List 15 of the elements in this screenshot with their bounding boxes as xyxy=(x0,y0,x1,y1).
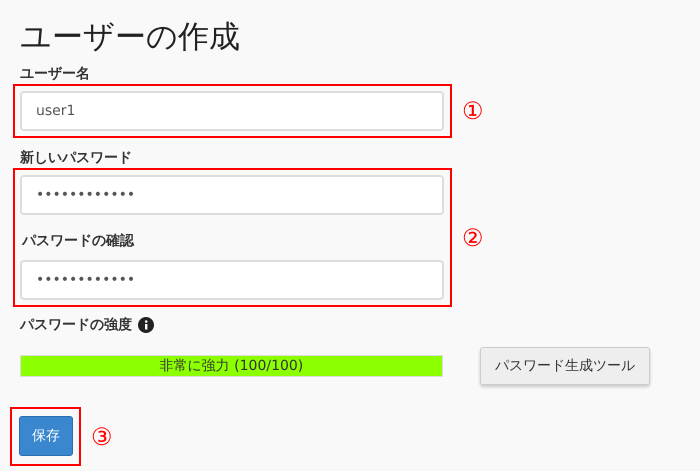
callout-number: ③ xyxy=(91,422,113,450)
field-label: ユーザー名 xyxy=(20,65,91,84)
password-field[interactable]: •••••••••••• xyxy=(20,175,444,215)
field-label: パスワードの確認 xyxy=(22,232,136,251)
callout-number: ② xyxy=(462,224,484,252)
password-field[interactable]: •••••••••••• xyxy=(20,260,444,300)
info-icon[interactable] xyxy=(138,317,154,333)
page-title: ユーザーの作成 xyxy=(20,18,241,57)
password-generator-button[interactable]: パスワード生成ツール xyxy=(480,347,650,385)
field-label: 新しいパスワード xyxy=(20,148,133,168)
save-button[interactable]: 保存 xyxy=(19,416,73,456)
callout-number: ① xyxy=(462,97,484,125)
field-label: パスワードの強度 xyxy=(20,316,132,335)
strength-reading: 非常に強力 (100/100) xyxy=(158,357,304,376)
username-field[interactable]: user1 xyxy=(20,91,444,131)
